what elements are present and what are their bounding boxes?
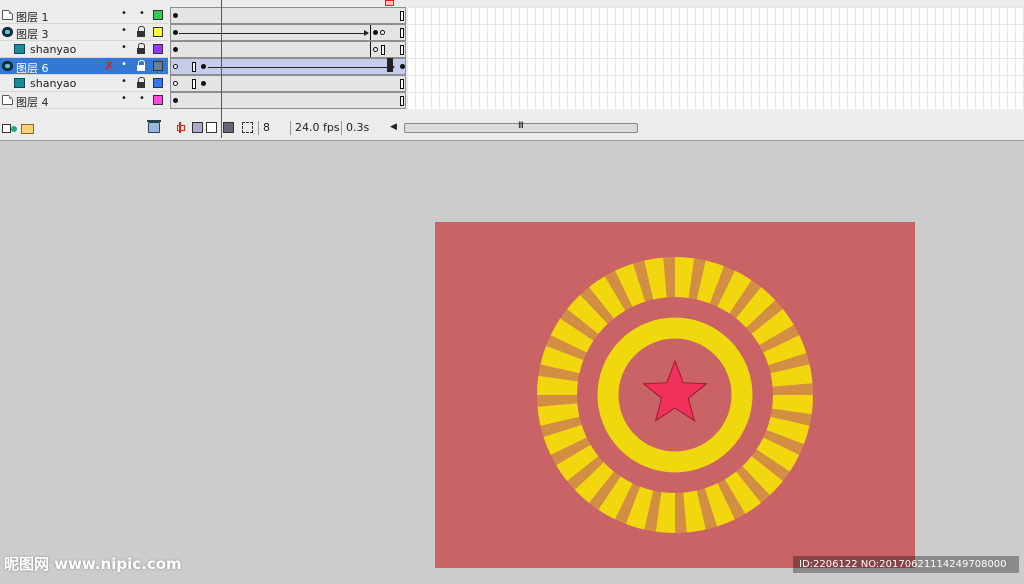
scroll-left-arrow-icon[interactable]: ◀ bbox=[390, 122, 397, 132]
lock-toggle[interactable]: • bbox=[139, 94, 145, 104]
end-frame bbox=[381, 45, 385, 55]
keyframe[interactable] bbox=[201, 64, 206, 69]
frame-divider bbox=[370, 42, 371, 57]
lock-toggle[interactable]: • bbox=[139, 9, 145, 19]
outline-color-swatch[interactable] bbox=[153, 27, 163, 37]
layer-row[interactable]: 图层 4 • • bbox=[0, 92, 168, 109]
timeline-panel: 图层 1 • • 图层 3 • shanyao • 图层 6 ✗ • shanyao • 图层 4 • • bbox=[0, 0, 1024, 141]
insert-folder-icon[interactable] bbox=[21, 122, 34, 134]
elapsed-time: 0.3s bbox=[341, 121, 385, 135]
mask-layer-icon bbox=[2, 61, 13, 71]
layer-tools bbox=[0, 119, 168, 137]
outline-color-swatch[interactable] bbox=[153, 61, 163, 71]
keyframe[interactable] bbox=[400, 64, 405, 69]
modify-onion-markers-icon[interactable] bbox=[242, 122, 253, 133]
current-frame-number: 8 bbox=[258, 121, 292, 135]
timeline-status-bar: 8 24.0 fps 0.3s ◀ III bbox=[168, 118, 1024, 138]
layer-icon bbox=[2, 95, 13, 105]
layer-icon bbox=[2, 10, 13, 20]
keyframe[interactable] bbox=[173, 47, 178, 52]
tween-arrow bbox=[179, 30, 369, 36]
visibility-toggle[interactable]: • bbox=[121, 77, 127, 87]
frame-row[interactable] bbox=[170, 41, 406, 58]
end-frame bbox=[192, 62, 196, 72]
empty-keyframe[interactable] bbox=[173, 64, 178, 69]
stage-canvas[interactable] bbox=[435, 222, 915, 568]
scrollbar-grip[interactable]: III bbox=[518, 121, 524, 131]
frame-row[interactable] bbox=[170, 92, 406, 109]
lock-icon[interactable] bbox=[137, 60, 146, 71]
layer-name[interactable]: 图层 6 bbox=[16, 60, 49, 76]
watermark-logo: 昵图网 www.nipic.com bbox=[4, 555, 182, 573]
frames-area[interactable] bbox=[168, 0, 1024, 116]
keyframe[interactable] bbox=[373, 30, 378, 35]
end-frame bbox=[400, 28, 404, 38]
lock-icon[interactable] bbox=[137, 77, 146, 88]
stage-area[interactable] bbox=[0, 142, 1024, 584]
center-frame-icon[interactable] bbox=[175, 122, 186, 133]
empty-keyframe[interactable] bbox=[173, 81, 178, 86]
end-frame bbox=[400, 96, 404, 106]
edit-multiple-frames-icon[interactable] bbox=[223, 122, 234, 133]
frame-row[interactable] bbox=[170, 75, 406, 92]
trash-icon[interactable] bbox=[147, 120, 161, 133]
stage-artwork bbox=[537, 257, 813, 533]
frame-divider bbox=[370, 25, 371, 40]
watermark-id: ID:2206122 NO:20170621114249708000 bbox=[793, 556, 1019, 573]
layer-name[interactable]: 图层 4 bbox=[16, 94, 49, 110]
layer-row[interactable]: shanyao • bbox=[0, 75, 168, 92]
visibility-toggle[interactable]: • bbox=[121, 60, 127, 70]
layer-name[interactable]: 图层 1 bbox=[16, 9, 49, 25]
visibility-toggle[interactable]: • bbox=[121, 26, 127, 36]
end-frame bbox=[400, 11, 404, 21]
end-frame bbox=[400, 45, 404, 55]
outline-color-swatch[interactable] bbox=[153, 44, 163, 54]
layer-name[interactable]: 图层 3 bbox=[16, 26, 49, 42]
lock-icon[interactable] bbox=[137, 26, 146, 37]
mask-layer-icon bbox=[2, 27, 13, 37]
layer-row[interactable]: shanyao • bbox=[0, 41, 168, 58]
lock-icon[interactable] bbox=[137, 43, 146, 54]
empty-keyframe[interactable] bbox=[380, 30, 385, 35]
playhead-handle[interactable] bbox=[385, 0, 394, 6]
timeline-scrollbar[interactable]: III bbox=[404, 121, 638, 133]
end-frame bbox=[192, 79, 196, 89]
layer-row[interactable]: 图层 1 • • bbox=[0, 7, 168, 24]
frame-row[interactable] bbox=[170, 7, 406, 24]
visibility-toggle[interactable]: • bbox=[121, 43, 127, 53]
layer-name[interactable]: shanyao bbox=[30, 77, 76, 90]
frames-grid[interactable] bbox=[407, 7, 1024, 109]
end-frame bbox=[400, 79, 404, 89]
outline-color-swatch[interactable] bbox=[153, 78, 163, 88]
keyframe[interactable] bbox=[173, 98, 178, 103]
pencil-locked-icon: ✗ bbox=[104, 59, 115, 73]
onion-skin-outlines-icon[interactable] bbox=[206, 122, 217, 133]
layer-row[interactable]: 图层 6 ✗ • bbox=[0, 58, 168, 75]
outline-color-swatch[interactable] bbox=[153, 10, 163, 20]
layer-row[interactable]: 图层 3 • bbox=[0, 24, 168, 41]
visibility-toggle[interactable]: • bbox=[121, 94, 127, 104]
masked-layer-icon bbox=[14, 78, 25, 88]
current-frame-marker bbox=[387, 58, 393, 72]
visibility-toggle[interactable]: • bbox=[121, 9, 127, 19]
frame-row-selected[interactable] bbox=[170, 58, 406, 75]
layer-name[interactable]: shanyao bbox=[30, 43, 76, 56]
layer-list: 图层 1 • • 图层 3 • shanyao • 图层 6 ✗ • shanyao • 图层 4 • • bbox=[0, 7, 168, 109]
tween-arrow bbox=[208, 64, 395, 70]
masked-layer-icon bbox=[14, 44, 25, 54]
empty-keyframe[interactable] bbox=[373, 47, 378, 52]
keyframe[interactable] bbox=[201, 81, 206, 86]
frame-rate[interactable]: 24.0 fps bbox=[290, 121, 342, 135]
keyframe[interactable] bbox=[173, 30, 178, 35]
red-star bbox=[642, 359, 708, 422]
keyframe[interactable] bbox=[173, 13, 178, 18]
outline-color-swatch[interactable] bbox=[153, 95, 163, 105]
onion-skin-icon[interactable] bbox=[192, 122, 203, 133]
frame-row[interactable] bbox=[170, 24, 406, 41]
